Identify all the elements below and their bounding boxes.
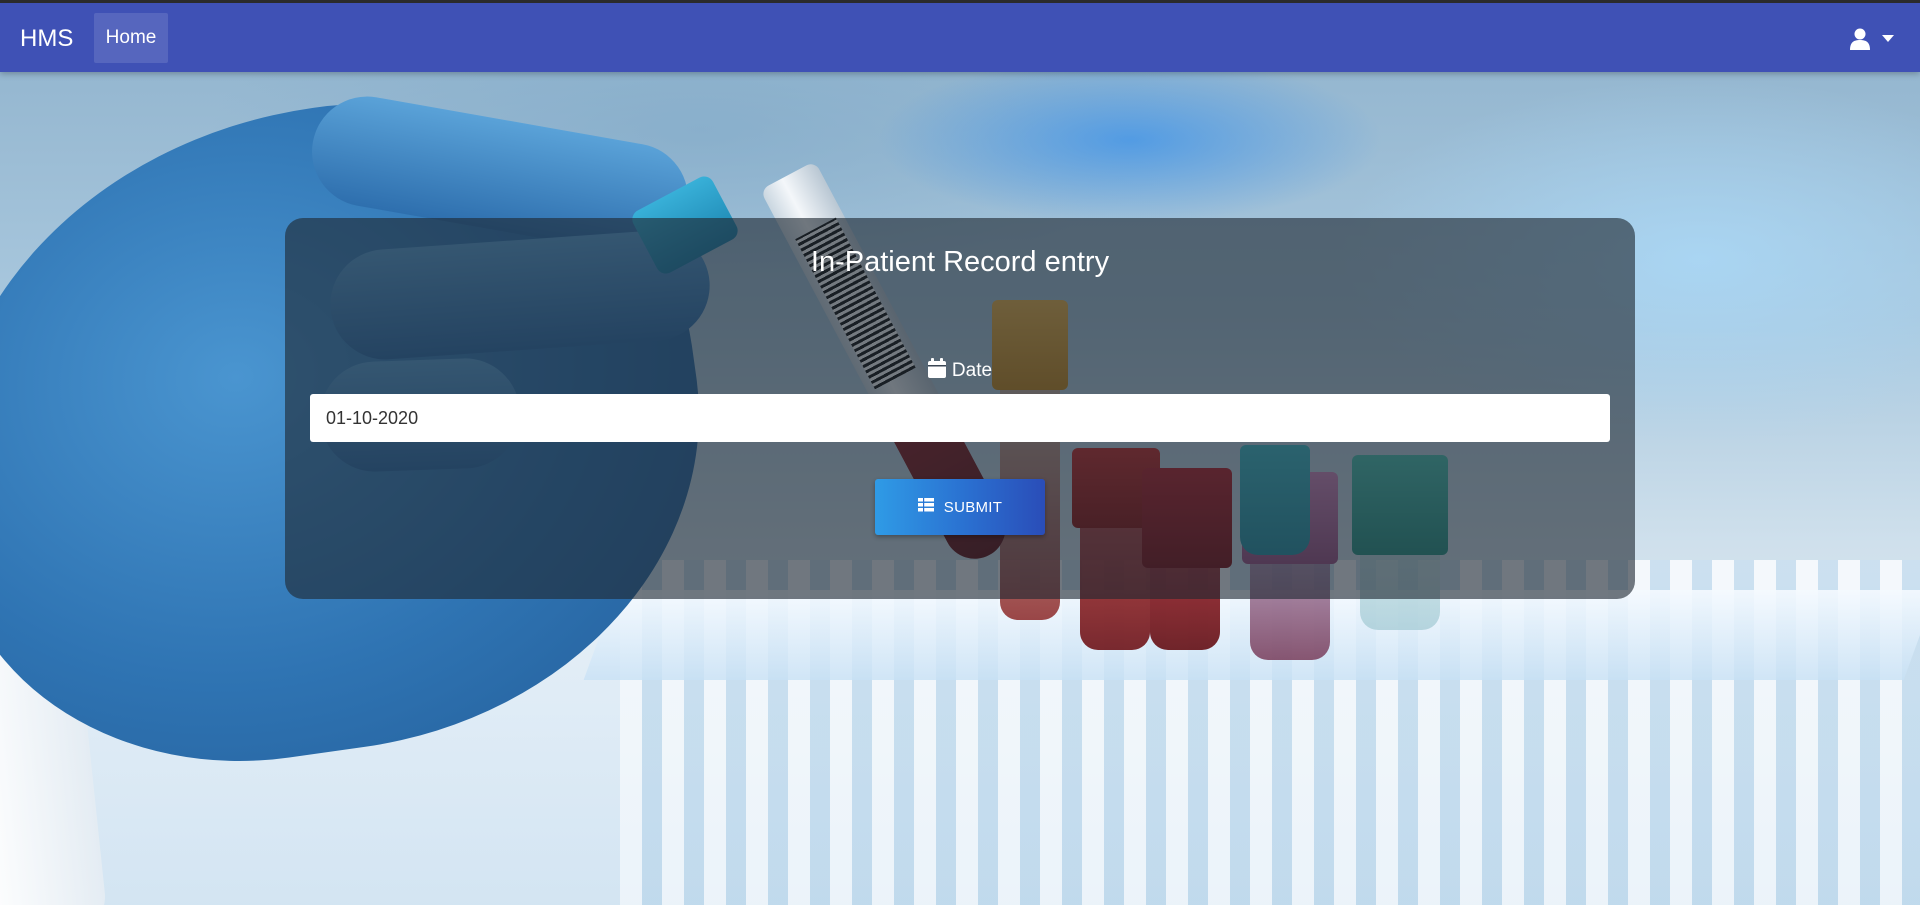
- date-label: Date: [951, 360, 993, 381]
- calendar-icon: [927, 358, 946, 384]
- top-navbar: HMS Home: [0, 0, 1920, 72]
- record-entry-card: In-Patient Record entry Date SUBMIT: [285, 218, 1635, 599]
- user-icon: [1850, 28, 1870, 50]
- brand-link[interactable]: HMS: [20, 25, 73, 53]
- caret-down-icon: [1882, 35, 1894, 43]
- nav-home-link[interactable]: Home: [94, 13, 168, 63]
- submit-label: SUBMIT: [943, 498, 1003, 516]
- user-dropdown[interactable]: [1850, 25, 1894, 53]
- submit-button[interactable]: SUBMIT: [875, 479, 1045, 535]
- table-icon: [917, 498, 934, 516]
- date-input[interactable]: [310, 394, 1610, 442]
- form-title: In-Patient Record entry: [810, 246, 1110, 278]
- date-label-group: Date: [285, 358, 1635, 384]
